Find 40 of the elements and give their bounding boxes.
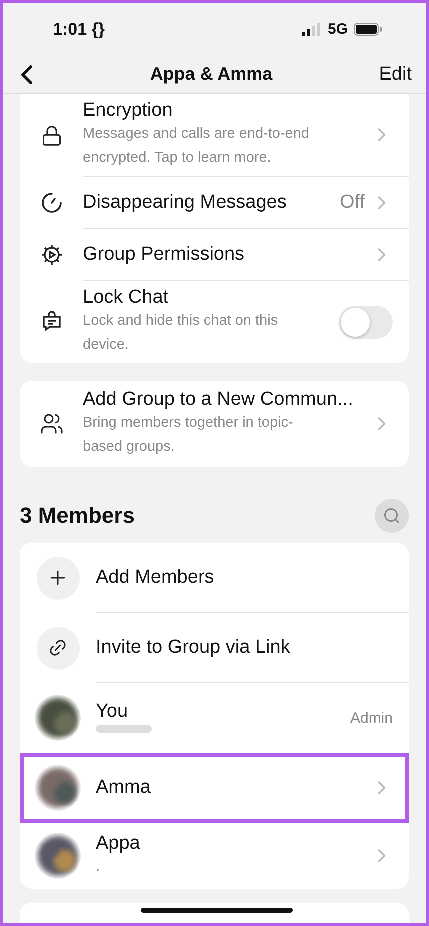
- member-status: .: [96, 858, 102, 877]
- setting-title: Encryption: [83, 100, 174, 122]
- chat-title: Appa & Amma: [150, 64, 273, 86]
- gear-icon: [40, 243, 64, 267]
- action-label: Add Members: [96, 566, 214, 588]
- community-description: Bring members together in topic-based groups.: [83, 414, 294, 457]
- member-row[interactable]: You Admin: [20, 683, 409, 753]
- setting-title: Lock Chat: [83, 287, 170, 309]
- people-icon: [40, 412, 64, 436]
- community-title: Add Group to a New Commun...: [83, 389, 354, 411]
- status-time: 1:01 {}: [53, 20, 105, 40]
- member-name: Amma: [96, 777, 152, 799]
- settings-row[interactable]: Disappearing Messages Off: [20, 177, 409, 229]
- timer-icon: [40, 191, 64, 215]
- member-row[interactable]: Amma: [20, 753, 409, 823]
- signal-icon: [302, 23, 322, 36]
- community-row[interactable]: Add Group to a New Commun... Bring members together in topic-based groups.: [20, 381, 409, 467]
- setting-value: Off: [340, 192, 365, 214]
- settings-row[interactable]: Encryption Messages and calls are end-to-end encrypted. Tap to learn more.: [20, 94, 409, 177]
- lock-chat-toggle[interactable]: [339, 306, 393, 338]
- lock-icon: [40, 124, 62, 146]
- member-action-row[interactable]: Invite to Group via Link: [20, 613, 409, 683]
- settings-row[interactable]: Group Permissions: [20, 229, 409, 281]
- setting-description: Messages and calls are end-to-end encrypted. Tap to learn more.: [83, 125, 310, 168]
- edit-button[interactable]: Edit: [379, 64, 412, 86]
- search-button[interactable]: [375, 499, 409, 533]
- member-action-row[interactable]: Add Members: [20, 543, 409, 613]
- member-row[interactable]: Appa .: [20, 823, 409, 889]
- member-name: You: [96, 701, 130, 723]
- settings-row[interactable]: Lock Chat Lock and hide this chat on this device.: [20, 281, 409, 363]
- members-heading: 3 Members: [20, 503, 135, 529]
- setting-title: Disappearing Messages: [83, 192, 288, 214]
- search-icon: [383, 507, 401, 525]
- setting-description: Lock and hide this chat on this device.: [83, 312, 280, 355]
- action-label: Invite to Group via Link: [96, 636, 290, 658]
- setting-title: Group Permissions: [83, 244, 246, 266]
- network-label: 5G: [328, 21, 348, 38]
- member-name: Appa: [96, 833, 142, 855]
- admin-label: Admin: [350, 710, 393, 726]
- battery-icon: [354, 23, 382, 36]
